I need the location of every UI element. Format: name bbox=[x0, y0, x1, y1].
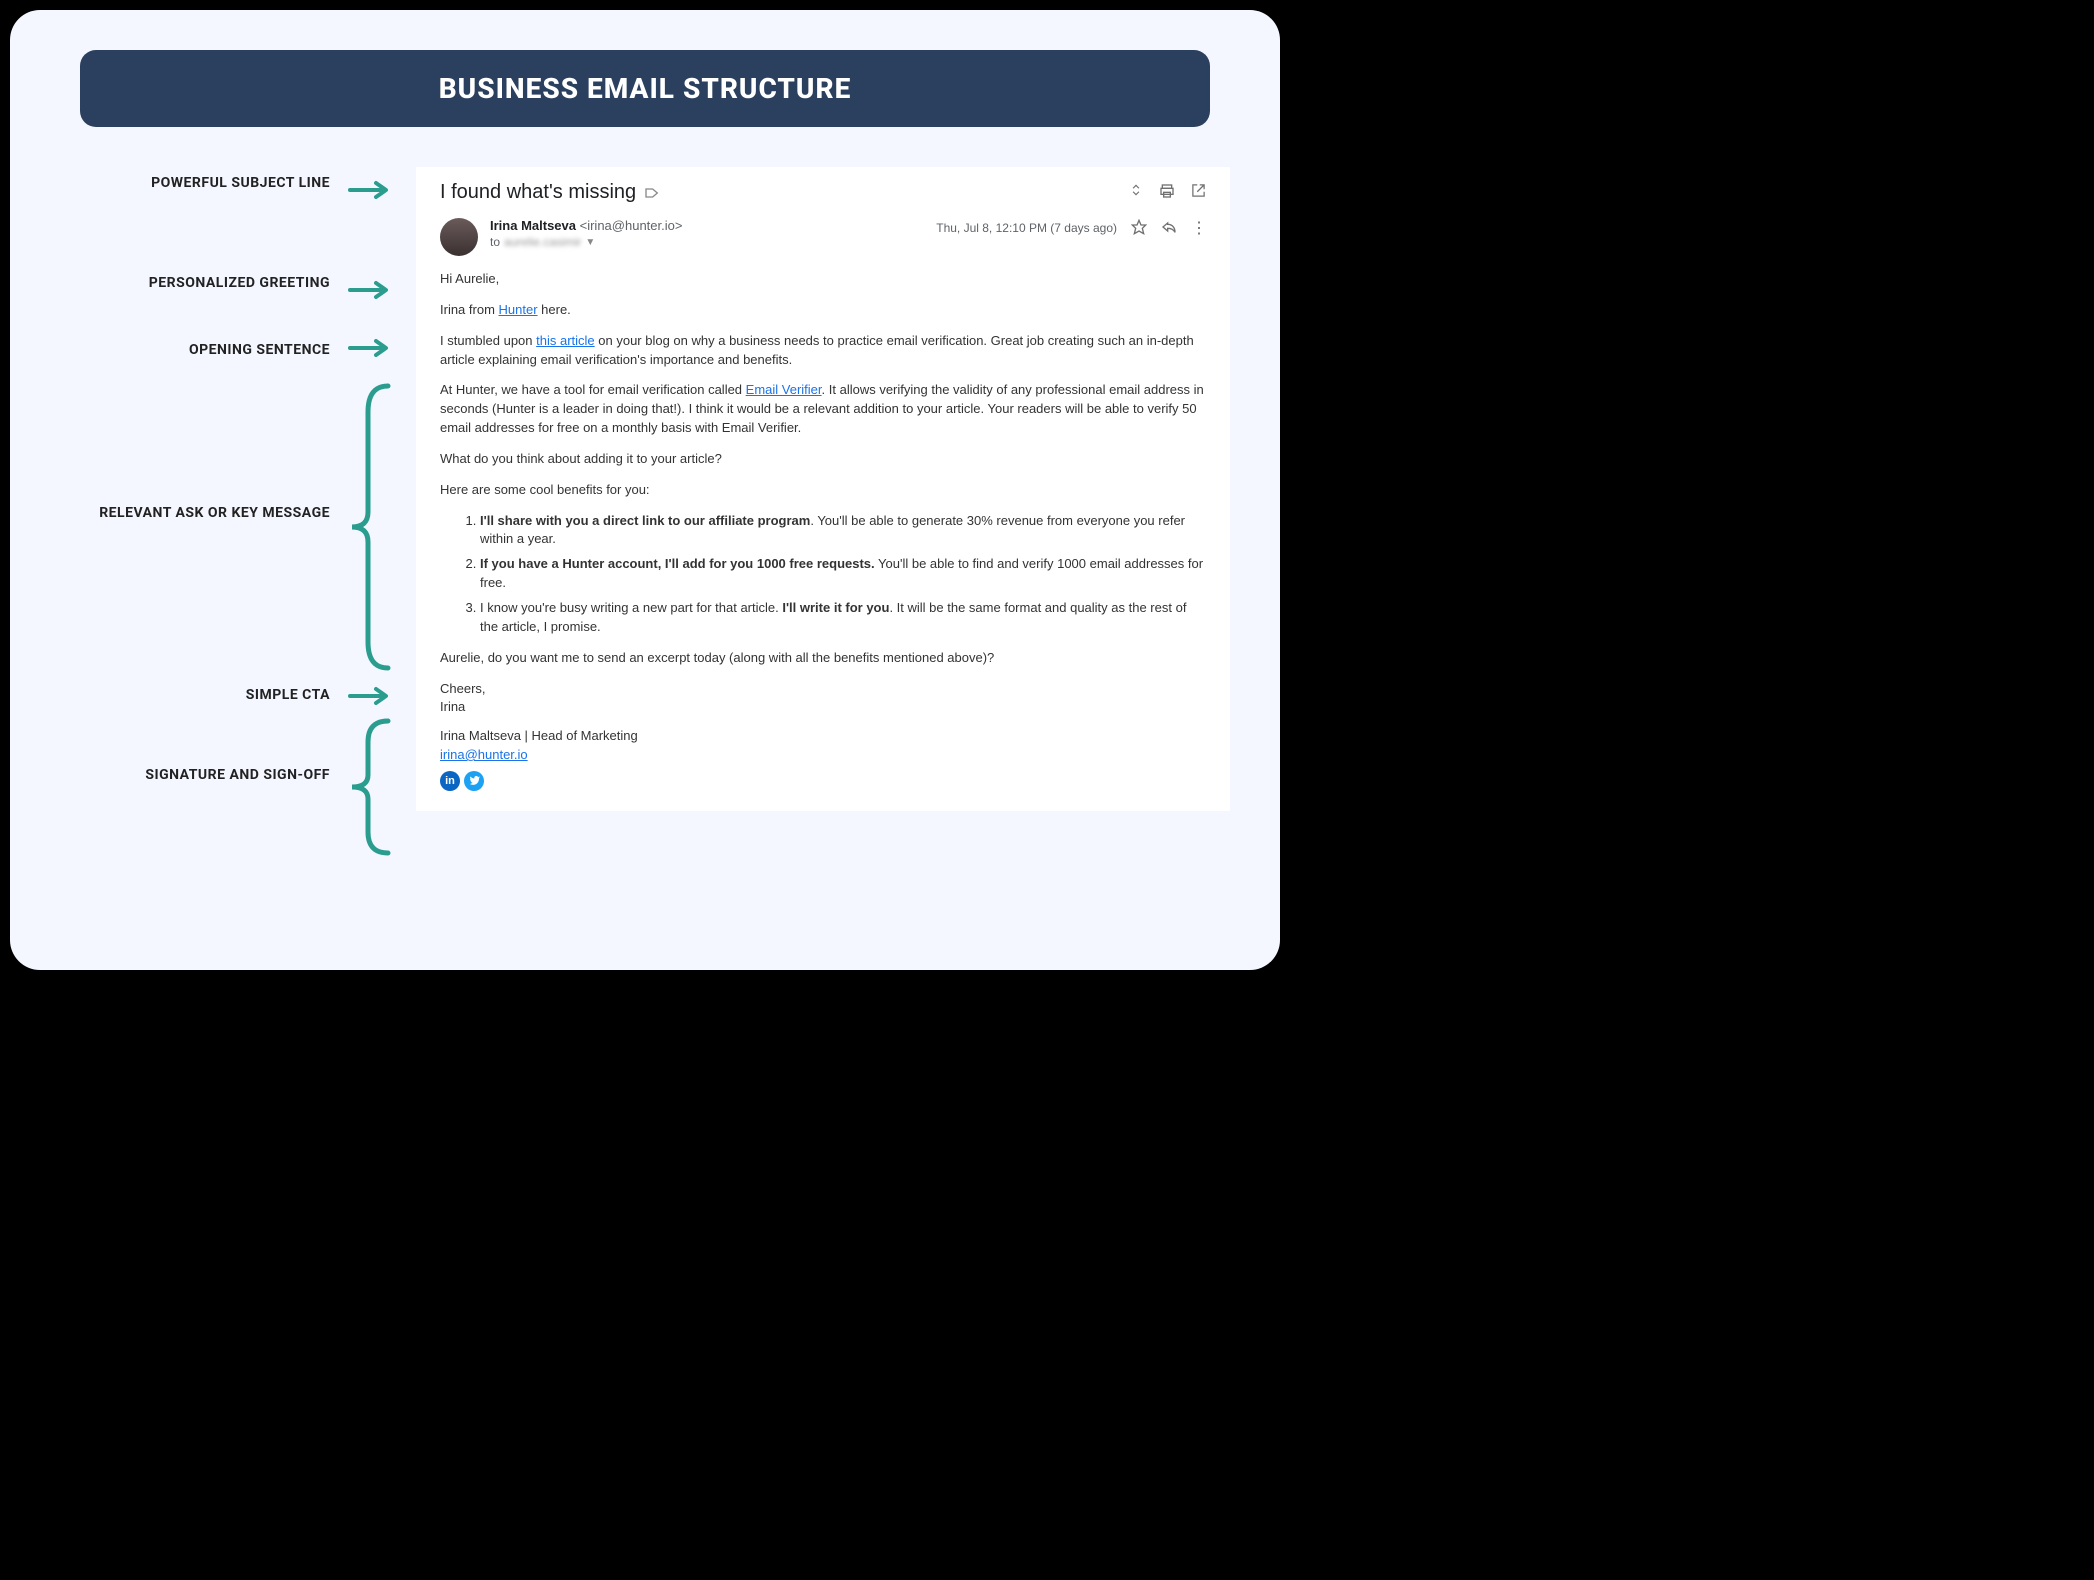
expand-icon[interactable] bbox=[1129, 183, 1143, 202]
label-greeting: PERSONALIZED GREETING bbox=[80, 275, 330, 293]
to-recipient: aurelie.casimir bbox=[504, 235, 581, 249]
arrow-icon bbox=[348, 337, 392, 359]
to-prefix: to bbox=[490, 235, 500, 249]
sig-title: Irina Maltseva | Head of Marketing bbox=[440, 728, 638, 743]
sender-name: Irina Maltseva bbox=[490, 218, 576, 233]
signature-block: Irina Maltseva | Head of Marketing irina… bbox=[440, 727, 1206, 765]
text: here. bbox=[538, 302, 571, 317]
label-cta: SIMPLE CTA bbox=[80, 687, 330, 705]
arrow-icon bbox=[348, 685, 392, 707]
text: Cheers, bbox=[440, 681, 486, 696]
label-tag-icon bbox=[644, 185, 660, 201]
label-signature: SIGNATURE AND SIGN-OFF bbox=[80, 767, 330, 785]
print-icon[interactable] bbox=[1159, 183, 1175, 202]
email-body: Hi Aurelie, Irina from Hunter here. I st… bbox=[440, 270, 1206, 791]
sender-email: <irina@hunter.io> bbox=[580, 218, 683, 233]
subject-actions bbox=[1129, 183, 1206, 202]
list-item: If you have a Hunter account, I'll add f… bbox=[480, 555, 1206, 593]
label-opening: OPENING SENTENCE bbox=[80, 342, 330, 360]
linkedin-icon[interactable]: in bbox=[440, 771, 460, 791]
list-item: I'll share with you a direct link to our… bbox=[480, 512, 1206, 550]
to-line: to aurelie.casimir ▼ bbox=[490, 235, 924, 249]
twitter-icon[interactable] bbox=[464, 771, 484, 791]
avatar bbox=[440, 218, 478, 256]
popout-icon[interactable] bbox=[1191, 183, 1206, 202]
benefits-list: I'll share with you a direct link to our… bbox=[480, 512, 1206, 637]
verifier-link[interactable]: Email Verifier bbox=[746, 382, 822, 397]
email-subject: I found what's missing bbox=[440, 181, 636, 204]
text: I stumbled upon bbox=[440, 333, 536, 348]
cta-line: Aurelie, do you want me to send an excer… bbox=[440, 649, 1206, 668]
hunter-link[interactable]: Hunter bbox=[499, 302, 538, 317]
text-bold: I'll write it for you bbox=[782, 600, 889, 615]
text-bold: I'll share with you a direct link to our… bbox=[480, 513, 810, 528]
opening-sentence: I stumbled upon this article on your blo… bbox=[440, 332, 1206, 370]
email-preview: I found what's missing Irina Maltseva bbox=[416, 167, 1230, 811]
greeting-line: Hi Aurelie, bbox=[440, 270, 1206, 289]
bracket-icon bbox=[348, 717, 392, 857]
text-bold: If you have a Hunter account, I'll add f… bbox=[480, 556, 875, 571]
chevron-down-icon[interactable]: ▼ bbox=[585, 237, 595, 248]
email-header: Irina Maltseva <irina@hunter.io> to aure… bbox=[440, 218, 1206, 256]
label-subject: POWERFUL SUBJECT LINE bbox=[80, 175, 330, 193]
ask-paragraph-1: At Hunter, we have a tool for email veri… bbox=[440, 381, 1206, 438]
list-item: I know you're busy writing a new part fo… bbox=[480, 599, 1206, 637]
star-icon[interactable] bbox=[1131, 219, 1147, 238]
infographic-card: BUSINESS EMAIL STRUCTURE POWERFUL SUBJEC… bbox=[10, 10, 1280, 970]
ask-paragraph-2: What do you think about adding it to you… bbox=[440, 450, 1206, 469]
intro-line: Irina from Hunter here. bbox=[440, 301, 1206, 320]
email-meta: Thu, Jul 8, 12:10 PM (7 days ago) ⋮ bbox=[936, 218, 1206, 238]
bracket-icon bbox=[348, 382, 392, 672]
label-ask: RELEVANT ASK OR KEY MESSAGE bbox=[80, 505, 330, 523]
content-row: POWERFUL SUBJECT LINE PERSONALIZED GREET… bbox=[60, 167, 1230, 811]
text: Irina bbox=[440, 699, 465, 714]
subject-row: I found what's missing bbox=[440, 181, 1206, 204]
title-bar: BUSINESS EMAIL STRUCTURE bbox=[80, 50, 1210, 127]
reply-icon[interactable] bbox=[1161, 219, 1177, 238]
arrow-icon bbox=[348, 179, 392, 201]
text: Irina from bbox=[440, 302, 499, 317]
sig-email-link[interactable]: irina@hunter.io bbox=[440, 747, 528, 762]
social-icons: in bbox=[440, 771, 1206, 791]
signoff: Cheers, Irina bbox=[440, 680, 1206, 718]
arrow-icon bbox=[348, 279, 392, 301]
more-icon[interactable]: ⋮ bbox=[1191, 218, 1206, 238]
text: I know you're busy writing a new part fo… bbox=[480, 600, 782, 615]
text: At Hunter, we have a tool for email veri… bbox=[440, 382, 746, 397]
article-link[interactable]: this article bbox=[536, 333, 595, 348]
email-date: Thu, Jul 8, 12:10 PM (7 days ago) bbox=[936, 221, 1117, 235]
ask-paragraph-3: Here are some cool benefits for you: bbox=[440, 481, 1206, 500]
